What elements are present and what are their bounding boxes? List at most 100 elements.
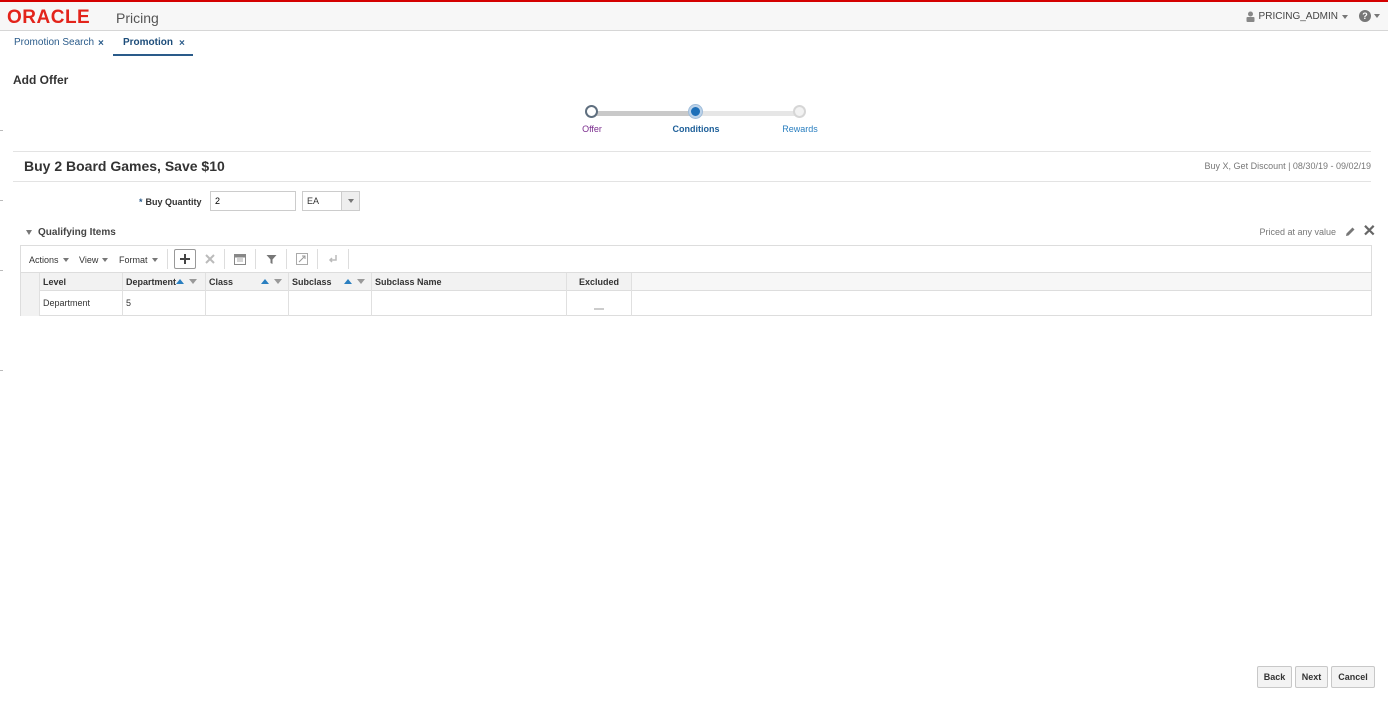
toolbar-separator xyxy=(348,249,349,269)
sort-ascending-icon[interactable] xyxy=(261,279,269,284)
format-menu[interactable]: Format xyxy=(119,255,158,265)
toolbar-separator xyxy=(167,249,168,269)
tab-label: Promotion xyxy=(123,37,173,48)
column-header[interactable]: Class xyxy=(209,277,233,287)
delete-row-button[interactable] xyxy=(199,249,221,269)
divider xyxy=(13,181,1371,182)
toolbar-separator xyxy=(255,249,256,269)
add-row-button[interactable] xyxy=(174,249,196,269)
table-cell[interactable]: Department xyxy=(43,298,90,308)
column-header[interactable]: Department xyxy=(126,277,176,287)
buy-quantity-label: * Buy Quantity xyxy=(139,197,202,207)
excluded-checkbox[interactable] xyxy=(594,308,604,310)
oracle-logo: ORACLE xyxy=(7,7,91,28)
train-connector xyxy=(592,111,696,116)
column-header[interactable]: Subclass xyxy=(292,277,332,287)
section-title: Qualifying Items xyxy=(38,227,116,238)
priced-label: Priced at any value xyxy=(1259,227,1336,237)
close-icon[interactable]: × xyxy=(179,38,185,49)
chevron-down-icon xyxy=(102,258,109,262)
help-menu[interactable]: ? xyxy=(1359,10,1380,22)
toolbar-separator xyxy=(317,249,318,269)
return-icon xyxy=(328,255,337,263)
sort-ascending-icon[interactable] xyxy=(344,279,352,284)
row-header-column xyxy=(21,273,40,316)
table-toolbar: Actions View Format xyxy=(21,246,1371,273)
offer-title: Buy 2 Board Games, Save $10 xyxy=(24,158,225,174)
detach-button[interactable] xyxy=(291,249,313,269)
uom-select[interactable]: EA xyxy=(302,191,360,211)
column-header[interactable]: Level xyxy=(43,277,66,287)
required-marker: * xyxy=(139,197,143,207)
train-stop-rewards[interactable] xyxy=(793,105,806,118)
sort-descending-icon[interactable] xyxy=(357,279,365,284)
buy-quantity-input[interactable] xyxy=(210,191,296,211)
detach-icon xyxy=(296,253,308,265)
freeze-button[interactable] xyxy=(229,249,251,269)
cancel-button[interactable]: Cancel xyxy=(1331,666,1375,688)
column-header[interactable]: Excluded xyxy=(579,277,619,287)
tab-promotion[interactable]: Promotion × xyxy=(113,37,193,56)
actions-menu[interactable]: Actions xyxy=(29,255,69,265)
chevron-down-icon xyxy=(347,199,354,203)
column-level: Level Department xyxy=(40,273,123,316)
train-stop-conditions[interactable] xyxy=(689,105,702,118)
qualifying-items-header[interactable]: Qualifying Items xyxy=(26,227,116,238)
sort-descending-icon[interactable] xyxy=(189,279,197,284)
chevron-down-icon xyxy=(1342,14,1348,19)
train-stop-offer[interactable] xyxy=(585,105,598,118)
table-cell[interactable]: 5 xyxy=(126,298,131,308)
user-icon xyxy=(1246,11,1255,22)
menu-label: Format xyxy=(119,255,148,265)
calendar-grid-icon xyxy=(234,253,246,265)
top-header: ORACLE Pricing PRICING_ADMIN ? xyxy=(0,0,1388,31)
uom-value: EA xyxy=(307,196,320,206)
tab-label: Promotion Search xyxy=(14,37,95,48)
edge-mark xyxy=(0,270,3,271)
train-connector xyxy=(696,111,800,116)
offer-meta: Buy X, Get Discount | 08/30/19 - 09/02/1… xyxy=(1204,161,1371,171)
sort-controls xyxy=(176,279,197,284)
filter-button[interactable] xyxy=(260,249,282,269)
tab-promotion-search[interactable]: Promotion Search × xyxy=(14,37,109,56)
next-button[interactable]: Next xyxy=(1295,666,1328,688)
sort-controls xyxy=(344,279,365,284)
filter-icon xyxy=(266,254,276,264)
sort-ascending-icon[interactable] xyxy=(176,279,184,284)
chevron-down-icon xyxy=(62,258,69,262)
page-title: Add Offer xyxy=(13,73,69,87)
pencil-icon[interactable] xyxy=(1344,226,1356,238)
back-button[interactable]: Back xyxy=(1257,666,1292,688)
qualifying-items-table: Actions View Format Level Department Dep… xyxy=(20,245,1372,316)
column-subclass: Subclass xyxy=(289,273,372,316)
dropdown-button[interactable] xyxy=(341,192,359,210)
column-subclass-name: Subclass Name xyxy=(372,273,567,316)
toolbar-separator xyxy=(286,249,287,269)
grid-header-filler xyxy=(632,273,1371,291)
close-icon[interactable]: ✕ xyxy=(1363,224,1376,240)
sort-descending-icon[interactable] xyxy=(274,279,282,284)
toolbar-separator xyxy=(224,249,225,269)
user-menu[interactable]: PRICING_ADMIN xyxy=(1246,11,1348,22)
edge-mark xyxy=(0,370,3,371)
train-label-conditions[interactable]: Conditions xyxy=(656,124,736,134)
menu-label: Actions xyxy=(29,255,59,265)
menu-label: View xyxy=(79,255,99,265)
train-label-offer[interactable]: Offer xyxy=(552,124,632,134)
column-class: Class xyxy=(206,273,289,316)
tab-bar: Promotion Search × Promotion × xyxy=(0,31,1388,57)
chevron-down-icon xyxy=(151,258,158,262)
view-menu[interactable]: View xyxy=(79,255,109,265)
close-icon[interactable]: × xyxy=(98,38,104,49)
plus-icon xyxy=(180,254,190,264)
app-title: Pricing xyxy=(116,10,159,26)
column-header[interactable]: Subclass Name xyxy=(375,277,442,287)
help-icon: ? xyxy=(1359,10,1371,22)
column-department: Department 5 xyxy=(123,273,206,316)
wrap-button[interactable] xyxy=(322,249,344,269)
sort-controls xyxy=(261,279,282,284)
collapse-icon[interactable] xyxy=(26,230,32,235)
label-text: Buy Quantity xyxy=(145,197,202,207)
train-label-rewards[interactable]: Rewards xyxy=(760,124,840,134)
chevron-down-icon xyxy=(1374,14,1380,18)
